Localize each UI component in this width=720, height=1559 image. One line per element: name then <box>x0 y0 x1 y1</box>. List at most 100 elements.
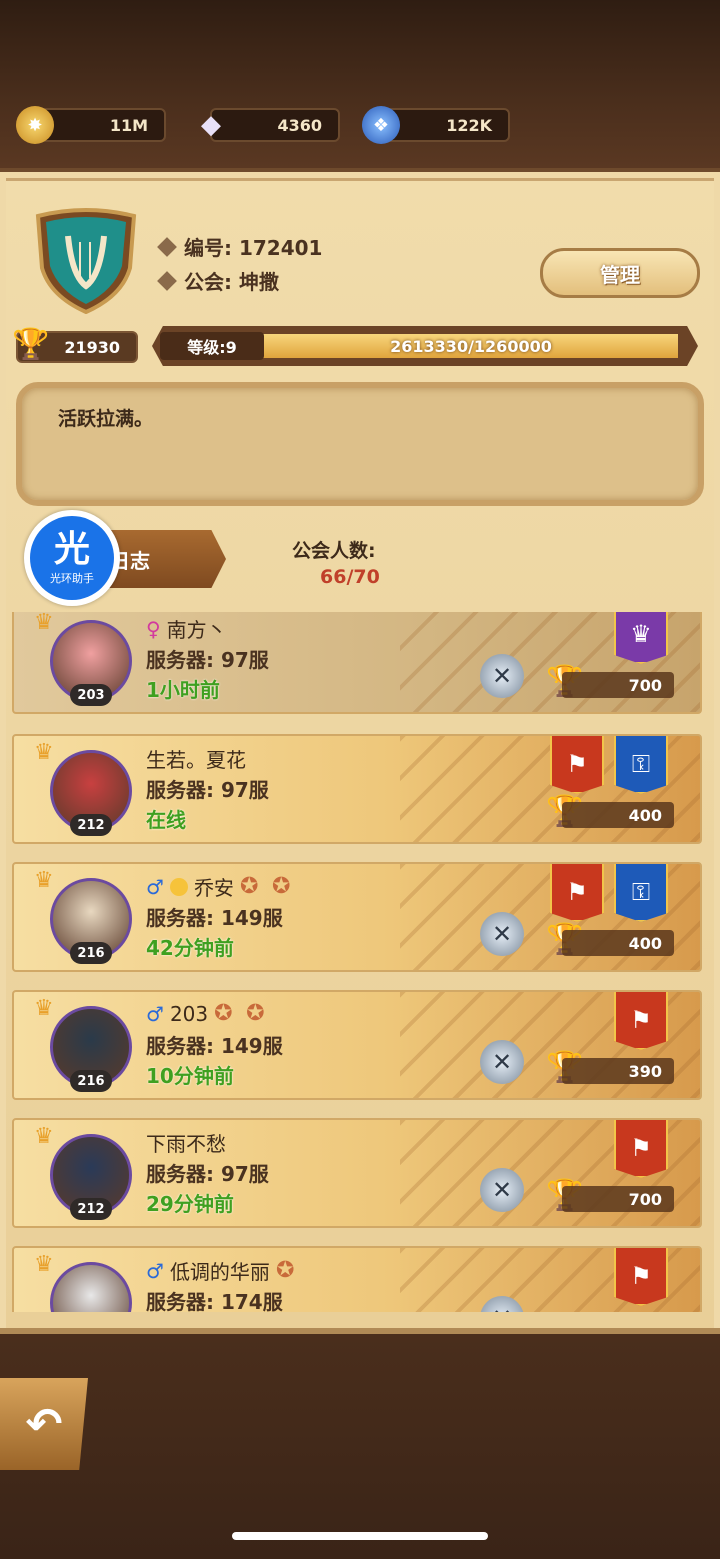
smile-emoji-icon <box>169 877 188 896</box>
member-name: 203 <box>169 1002 209 1026</box>
frame-crown-icon: ♛ <box>34 740 54 765</box>
member-name-line: ♀ 南方丶 <box>146 614 227 643</box>
gender-male-icon: ♂ <box>146 1002 164 1026</box>
diamond-value: 4360 <box>277 115 322 135</box>
member-level-badge: 212 <box>70 1198 112 1220</box>
assistant-label: 光环助手 <box>50 572 94 585</box>
top-resource-bar: ✸ 11M ◆ 4360 ❖ 122K <box>0 0 720 172</box>
guild-level-bar: 等级:9 2613330/1260000 <box>152 326 698 366</box>
crystal-resource[interactable]: ❖ 122K <box>362 106 510 144</box>
member-name-line: ♂ 203 ✪ ✪ <box>146 1000 272 1028</box>
member-status: 29分钟前 <box>146 1192 234 1216</box>
crossed-swords-icon: ✕ <box>480 1168 524 1212</box>
avatar[interactable] <box>50 1262 132 1312</box>
member-name: 低调的华丽 <box>169 1260 270 1284</box>
member-name: 生若。夏花 <box>146 748 246 772</box>
member-level-badge: 203 <box>70 684 112 706</box>
gender-female-icon: ♀ <box>146 616 161 641</box>
diamond-resource[interactable]: ◆ 4360 <box>201 108 340 142</box>
member-server: 服务器: 97服 <box>146 778 269 802</box>
red-banner-icon: ⚑ <box>614 1120 668 1178</box>
gold-coin-icon: ✸ <box>16 106 54 144</box>
member-status: 1小时前 <box>146 678 220 702</box>
guild-trophy-value: 21930 <box>64 337 120 357</box>
member-avatar-frame: ♛ 203 <box>34 612 140 706</box>
rank-medal-icon: ✪ <box>214 1001 233 1026</box>
purple-banner-icon: ♛ <box>614 612 668 664</box>
red-banner-icon: ⚑ <box>614 992 668 1050</box>
diamond-icon: ◆ <box>201 110 221 140</box>
crossed-swords-icon: ✕ <box>480 1040 524 1084</box>
assistant-char: 光 <box>53 529 90 570</box>
home-indicator <box>232 1532 488 1540</box>
frame-crown-icon: ♛ <box>34 868 54 893</box>
member-card[interactable]: ♛ 212生若。夏花服务器: 97服在线⚑⚿🏆400 <box>12 734 702 844</box>
member-level-badge: 216 <box>70 942 112 964</box>
frame-crown-icon: ♛ <box>34 1252 54 1277</box>
guild-notice-box: 活跃拉满。 <box>16 382 704 506</box>
blue-banner-icon: ⚿ <box>614 736 668 794</box>
member-name-line: 生若。夏花 <box>146 744 246 773</box>
member-score: 400 <box>562 930 674 956</box>
member-name: 南方丶 <box>166 618 227 642</box>
gold-resource[interactable]: ✸ 11M <box>16 106 166 144</box>
member-status: 42分钟前 <box>146 936 234 960</box>
member-level-badge: 216 <box>70 1070 112 1092</box>
rank-medal-icon: ✪ <box>275 1257 295 1283</box>
member-name: 下雨不愁 <box>146 1132 226 1156</box>
member-level-badge: 212 <box>70 814 112 836</box>
member-avatar-frame: ♛ 212 <box>34 1124 140 1220</box>
gold-value: 11M <box>109 115 148 135</box>
blue-banner-icon: ⚿ <box>614 864 668 922</box>
guild-exp-text: 2613330/1260000 <box>390 336 552 356</box>
guild-id: 编号: 172401 <box>184 236 323 260</box>
red-banner-icon: ⚑ <box>550 864 604 922</box>
guild-name: 公会: 坤撒 <box>184 270 279 294</box>
member-name-line: ♂ 乔安 ✪ ✪ <box>146 872 298 901</box>
member-score: 700 <box>562 672 674 698</box>
member-card[interactable]: ♛ 216♂203✪✪服务器: 149服10分钟前✕⚑🏆390 <box>12 990 702 1100</box>
assistant-floating-button[interactable]: 光 光环助手 <box>24 510 120 606</box>
guild-notice-text: 活跃拉满。 <box>58 408 154 430</box>
blue-crystal-icon: ❖ <box>362 106 400 144</box>
rank-medal-icon: ✪ <box>239 873 259 899</box>
member-card[interactable]: ♛ ♂低调的华丽✪服务器: 174服✕⚑ <box>12 1246 702 1312</box>
rank-medal-icon: ✪ <box>271 873 291 899</box>
member-name: 乔安 <box>193 876 234 900</box>
manage-button[interactable]: 管理 <box>540 248 700 298</box>
member-list[interactable]: ♛ 203♀南方丶服务器: 97服1小时前✕♛🏆700 ♛ 212生若。夏花服务… <box>12 612 706 1312</box>
bullet-icon <box>157 236 177 257</box>
member-score: 700 <box>562 1186 674 1212</box>
member-card[interactable]: ♛ 203♀南方丶服务器: 97服1小时前✕♛🏆700 <box>12 612 702 714</box>
frame-crown-icon: ♛ <box>34 1124 54 1149</box>
member-status: 10分钟前 <box>146 1064 234 1088</box>
member-server: 服务器: 97服 <box>146 648 269 672</box>
member-status: 在线 <box>146 808 186 832</box>
member-server: 服务器: 97服 <box>146 1162 269 1186</box>
member-server: 服务器: 149服 <box>146 1034 283 1058</box>
guild-level-label: 等级:9 <box>160 332 264 360</box>
member-card[interactable]: ♛ 216♂乔安✪✪服务器: 149服42分钟前✕⚑⚿🏆400 <box>12 862 702 972</box>
red-banner-icon: ⚑ <box>550 736 604 794</box>
rank-medal-icon: ✪ <box>246 1001 265 1026</box>
member-count-value: 66/70 <box>320 566 380 588</box>
member-server: 服务器: 149服 <box>146 906 283 930</box>
member-card[interactable]: ♛ 212下雨不愁服务器: 97服29分钟前✕⚑🏆700 <box>12 1118 702 1228</box>
guild-name-line: 公会: 坤撒 <box>157 266 279 295</box>
member-score: 390 <box>562 1058 674 1084</box>
gender-male-icon: ♂ <box>146 874 164 899</box>
assistant-logo-icon: 光 光环助手 <box>30 516 114 600</box>
guild-crest-icon <box>35 208 137 314</box>
red-banner-icon: ⚑ <box>614 1248 668 1306</box>
frame-crown-icon: ♛ <box>34 996 54 1021</box>
member-avatar-frame: ♛ 216 <box>34 868 140 964</box>
bottom-bar <box>0 1328 720 1559</box>
bullet-icon <box>157 270 177 291</box>
member-avatar-frame: ♛ 212 <box>34 740 140 836</box>
back-button[interactable]: ↶ <box>0 1378 88 1470</box>
crossed-swords-icon: ✕ <box>480 912 524 956</box>
crossed-swords-icon: ✕ <box>480 654 524 698</box>
frame-crown-icon: ♛ <box>34 612 54 635</box>
guild-id-line: 编号: 172401 <box>157 232 323 261</box>
member-score: 400 <box>562 802 674 828</box>
